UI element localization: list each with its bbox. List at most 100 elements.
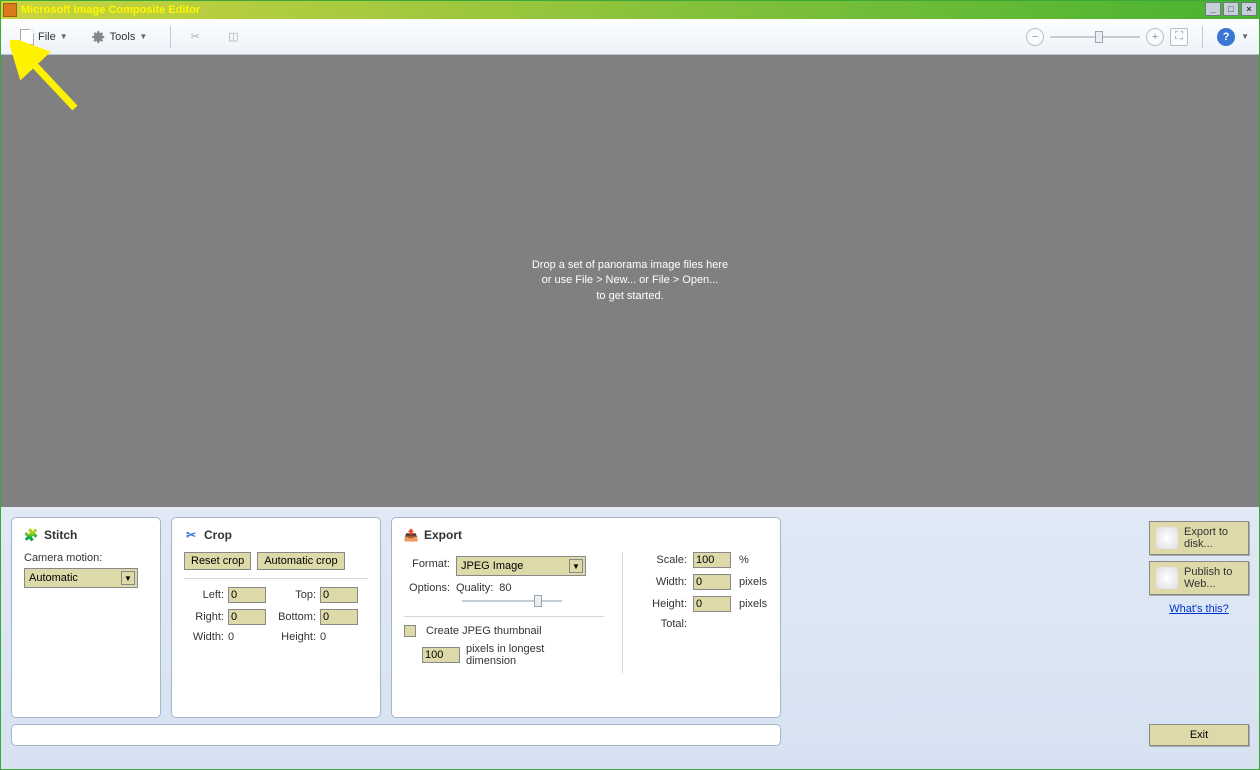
camera-motion-dropdown[interactable]: Automatic ▼	[24, 568, 138, 588]
file-menu[interactable]: File ▼	[11, 24, 77, 50]
status-bar	[11, 724, 781, 746]
bottom-panels: 🧩Stitch Camera motion: Automatic ▼ ✂Crop…	[1, 507, 1259, 722]
ex-width-label: Width:	[641, 576, 687, 588]
close-button[interactable]: ×	[1241, 2, 1257, 16]
maximize-button[interactable]: □	[1223, 2, 1239, 16]
help-button[interactable]: ?	[1217, 28, 1235, 46]
divider	[184, 578, 368, 579]
chevron-down-icon: ▼	[121, 571, 135, 585]
web-icon	[1156, 567, 1178, 589]
format-value: JPEG Image	[461, 560, 523, 572]
minimize-button[interactable]: _	[1205, 2, 1221, 16]
height-value: 0	[320, 631, 326, 643]
total-label: Total:	[641, 618, 687, 630]
stitch-icon: 🧩	[24, 528, 38, 542]
canvas-drop-area[interactable]: Drop a set of panorama image files here …	[1, 55, 1259, 507]
scale-unit: %	[739, 554, 749, 566]
chevron-down-icon: ▼	[569, 559, 583, 573]
zoom-handle[interactable]	[1095, 31, 1103, 43]
left-input[interactable]	[228, 587, 266, 603]
quality-label: Quality:	[456, 582, 493, 594]
tools-menu[interactable]: Tools ▼	[83, 25, 157, 49]
file-icon	[20, 29, 34, 45]
reset-crop-button[interactable]: Reset crop	[184, 552, 251, 570]
title-bar: Microsoft Image Composite Editor _ □ ×	[1, 1, 1259, 19]
canvas-msg-line1: Drop a set of panorama image files here	[532, 258, 728, 273]
divider	[404, 616, 604, 617]
divider	[622, 552, 623, 673]
export-disk-label: Export to disk...	[1184, 526, 1242, 550]
left-label: Left:	[184, 589, 224, 601]
toolbar: File ▼ Tools ▼ ✂ ◫ − + ⛶ ? ▼	[1, 19, 1259, 55]
canvas-message: Drop a set of panorama image files here …	[532, 258, 728, 304]
zoom-in-button[interactable]: +	[1146, 28, 1164, 46]
chevron-down-icon: ▼	[60, 32, 68, 41]
toolbar-right: − + ⛶ ? ▼	[1026, 26, 1249, 48]
canvas-msg-line3: to get started.	[532, 289, 728, 304]
exit-button[interactable]: Exit	[1149, 724, 1249, 746]
quality-slider[interactable]	[462, 600, 562, 602]
width-label: Width:	[184, 631, 224, 643]
format-dropdown[interactable]: JPEG Image ▼	[456, 556, 586, 576]
window-buttons: _ □ ×	[1205, 2, 1257, 16]
top-label: Top:	[276, 589, 316, 601]
stitch-panel: 🧩Stitch Camera motion: Automatic ▼	[11, 517, 161, 718]
chevron-down-icon: ▼	[139, 32, 147, 41]
fit-button[interactable]: ⛶	[1170, 28, 1188, 46]
bottom-label: Bottom:	[276, 611, 316, 623]
export-to-disk-button[interactable]: Export to disk...	[1149, 521, 1249, 555]
top-input[interactable]	[320, 587, 358, 603]
publish-web-label: Publish to Web...	[1184, 566, 1242, 590]
stitch-heading: 🧩Stitch	[24, 528, 148, 542]
quality-handle[interactable]	[534, 595, 542, 607]
width-value: 0	[228, 631, 234, 643]
crop-icon: ✂	[184, 528, 198, 542]
crop-icon: ✂	[188, 30, 202, 44]
height-label: Height:	[276, 631, 316, 643]
right-input[interactable]	[228, 609, 266, 625]
side-actions: Export to disk... Publish to Web... What…	[1149, 517, 1249, 718]
file-label: File	[38, 31, 56, 43]
separator	[1202, 26, 1203, 48]
cube-tool-button[interactable]: ◫	[217, 25, 249, 49]
bottom-input[interactable]	[320, 609, 358, 625]
ex-height-input[interactable]	[693, 596, 731, 612]
scale-label: Scale:	[641, 554, 687, 566]
thumbnail-pixels-input[interactable]	[422, 647, 460, 663]
gear-icon	[92, 30, 106, 44]
tools-label: Tools	[110, 31, 136, 43]
app-title: Microsoft Image Composite Editor	[21, 4, 200, 16]
options-label: Options:	[404, 582, 450, 594]
crop-buttons: Reset crop Automatic crop	[184, 552, 368, 570]
px-unit: pixels	[739, 598, 767, 610]
status-row: Exit	[1, 722, 1259, 754]
camera-motion-value: Automatic	[29, 572, 78, 584]
thumbnail-unit-label: pixels in longest dimension	[466, 643, 556, 667]
export-heading: 📤Export	[404, 528, 768, 542]
thumbnail-label: Create JPEG thumbnail	[426, 625, 542, 637]
px-unit: pixels	[739, 576, 767, 588]
cube-icon: ◫	[226, 30, 240, 44]
zoom-slider[interactable]	[1050, 36, 1140, 38]
publish-to-web-button[interactable]: Publish to Web...	[1149, 561, 1249, 595]
format-label: Format:	[404, 558, 450, 570]
camera-motion-label: Camera motion:	[24, 552, 148, 564]
chevron-down-icon: ▼	[1241, 32, 1249, 41]
scale-input[interactable]	[693, 552, 731, 568]
export-panel: 📤Export Format: JPEG Image ▼ Options: Qu…	[391, 517, 781, 718]
whats-this-link[interactable]: What's this?	[1169, 603, 1229, 615]
quality-value: 80	[499, 582, 511, 594]
crop-heading: ✂Crop	[184, 528, 368, 542]
automatic-crop-button[interactable]: Automatic crop	[257, 552, 344, 570]
crop-panel: ✂Crop Reset crop Automatic crop Left: Ri…	[171, 517, 381, 718]
export-icon: 📤	[404, 528, 418, 542]
ex-width-input[interactable]	[693, 574, 731, 590]
disk-icon	[1156, 527, 1178, 549]
ex-height-label: Height:	[641, 598, 687, 610]
canvas-msg-line2: or use File > New... or File > Open...	[532, 273, 728, 288]
crop-tool-button[interactable]: ✂	[179, 25, 211, 49]
thumbnail-checkbox[interactable]	[404, 625, 416, 637]
app-icon	[3, 3, 17, 17]
separator	[170, 26, 171, 48]
zoom-out-button[interactable]: −	[1026, 28, 1044, 46]
